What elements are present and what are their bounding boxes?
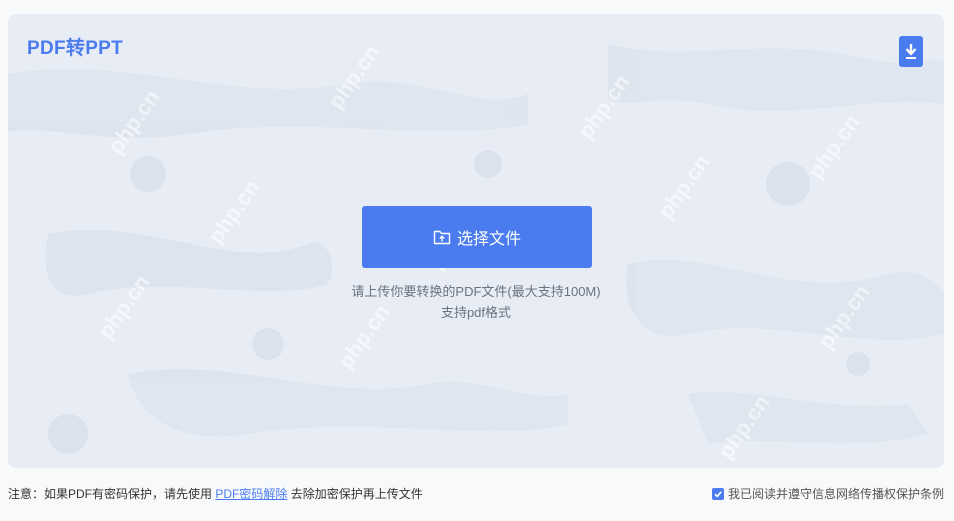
agree-label: 我已阅读并遵守信息网络传播权保护条例 bbox=[727, 487, 944, 501]
upload-hint: 请上传你要转换的PDF文件(最大支持100M) bbox=[351, 284, 601, 299]
download-button[interactable] bbox=[899, 36, 923, 67]
pdf-unlock-link[interactable]: PDF密码解除 bbox=[215, 487, 287, 501]
notice-suffix: 去除加密保护再上传文件 bbox=[290, 487, 423, 501]
agree-checkbox[interactable] bbox=[711, 487, 724, 500]
page: php.cn php.cn php.cn php.cn php.cn php.c… bbox=[0, 0, 954, 521]
download-icon bbox=[905, 43, 917, 59]
select-file-button[interactable]: 选择文件 bbox=[362, 206, 592, 268]
select-file-label: 选择文件 bbox=[456, 231, 521, 248]
folder-upload-icon bbox=[433, 229, 451, 245]
checkmark-icon bbox=[714, 490, 722, 498]
format-hint: 支持pdf格式 bbox=[440, 305, 512, 320]
password-notice: 注意：如果PDF有密码保护，请先使用 PDF密码解除 去除加密保护再上传文件 bbox=[8, 485, 423, 502]
page-title: PDF转PPT bbox=[27, 38, 124, 59]
notice-prefix: 注意：如果PDF有密码保护，请先使用 bbox=[8, 487, 213, 501]
upload-panel[interactable]: php.cn php.cn php.cn php.cn php.cn php.c… bbox=[8, 14, 944, 468]
agreement[interactable]: 我已阅读并遵守信息网络传播权保护条例 bbox=[711, 485, 944, 502]
